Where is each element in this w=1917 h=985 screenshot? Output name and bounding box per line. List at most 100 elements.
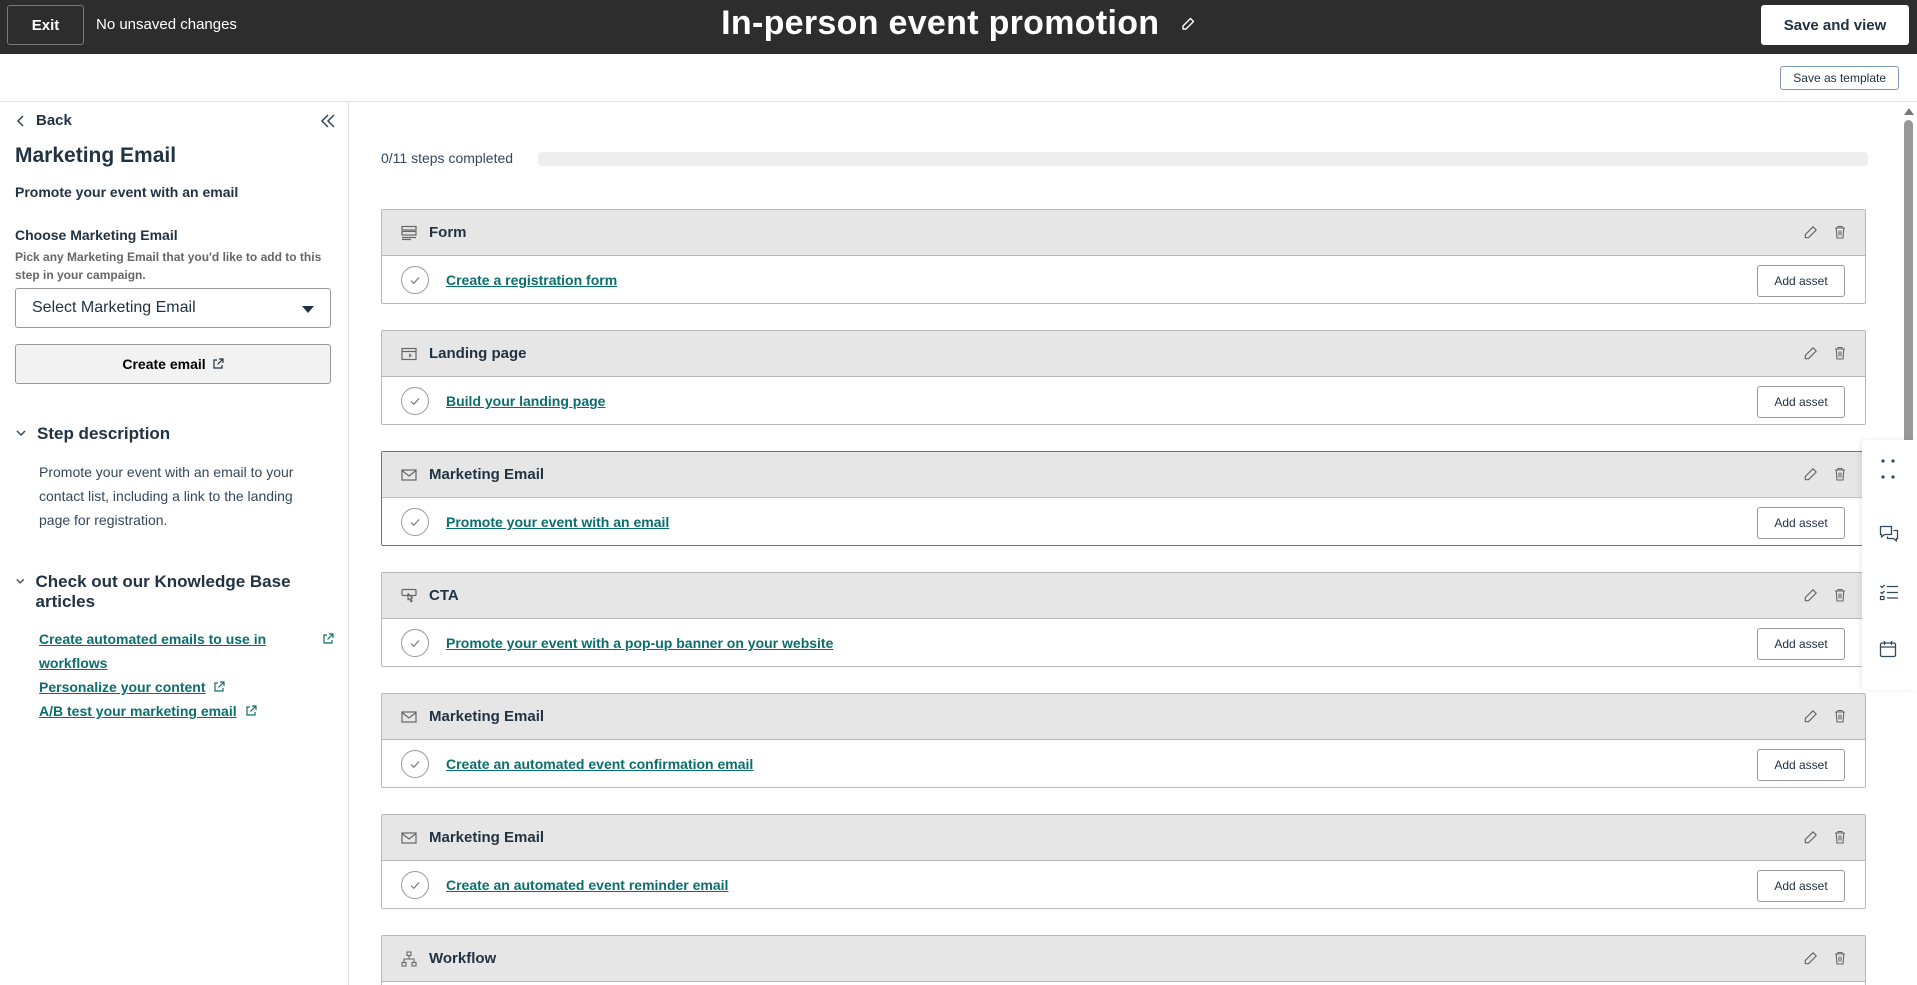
step-task-link[interactable]: Promote your event with a pop-up banner … bbox=[446, 635, 833, 651]
step-actions bbox=[1804, 951, 1847, 965]
add-asset-button[interactable]: Add asset bbox=[1757, 265, 1845, 297]
add-asset-button[interactable]: Add asset bbox=[1757, 870, 1845, 902]
email-icon bbox=[401, 468, 417, 481]
step-actions bbox=[1804, 346, 1847, 360]
progress-bar bbox=[538, 152, 1868, 166]
step-actions bbox=[1804, 709, 1847, 723]
step-type-label: Form bbox=[429, 224, 467, 241]
trash-icon[interactable] bbox=[1833, 951, 1847, 965]
kb-link-ab-test[interactable]: A/B test your marketing email bbox=[39, 699, 334, 723]
trash-icon[interactable] bbox=[1833, 588, 1847, 602]
step-task-link[interactable]: Promote your event with an email bbox=[446, 514, 669, 530]
drag-handle-icon[interactable] bbox=[1879, 458, 1897, 485]
sidebar-title: Marketing Email bbox=[15, 144, 177, 167]
back-label: Back bbox=[36, 112, 72, 129]
edit-pencil-icon[interactable] bbox=[1804, 709, 1818, 723]
edit-pencil-icon[interactable] bbox=[1804, 467, 1818, 481]
trash-icon[interactable] bbox=[1833, 467, 1847, 481]
edit-pencil-icon[interactable] bbox=[1804, 951, 1818, 965]
step-task-link[interactable]: Build your landing page bbox=[446, 393, 605, 409]
checkmark-circle-icon[interactable] bbox=[401, 871, 429, 899]
add-asset-button[interactable]: Add asset bbox=[1757, 507, 1845, 539]
step-card-header: Marketing Email bbox=[382, 815, 1865, 861]
step-task-link[interactable]: Create an automated event reminder email bbox=[446, 877, 728, 893]
secondary-toolbar: Save as template bbox=[0, 54, 1917, 102]
step-type-label: CTA bbox=[429, 587, 459, 604]
external-link-icon bbox=[214, 681, 226, 692]
pencil-icon[interactable] bbox=[1180, 16, 1196, 37]
step-card-form: Form Create a registration form Add asse… bbox=[381, 209, 1866, 304]
external-link-icon bbox=[246, 705, 257, 716]
trash-icon[interactable] bbox=[1833, 225, 1847, 239]
side-tool-strip bbox=[1862, 440, 1917, 690]
add-asset-button[interactable]: Add asset bbox=[1757, 628, 1845, 660]
step-type-label: Workflow bbox=[429, 950, 497, 967]
step-description-toggle[interactable]: Step description bbox=[15, 424, 170, 444]
step-type-label: Marketing Email bbox=[429, 829, 545, 846]
step-card-header: Marketing Email bbox=[382, 694, 1865, 740]
step-type-label: Marketing Email bbox=[429, 708, 545, 725]
marketing-email-select[interactable]: Select Marketing Email bbox=[15, 288, 331, 328]
checkmark-circle-icon[interactable] bbox=[401, 750, 429, 778]
save-as-template-button[interactable]: Save as template bbox=[1780, 66, 1899, 90]
step-card-confirmation-email: Marketing Email Create an automated even… bbox=[381, 693, 1866, 788]
choose-email-label: Choose Marketing Email bbox=[15, 227, 178, 243]
step-card-header: Form bbox=[382, 210, 1865, 256]
save-and-view-button[interactable]: Save and view bbox=[1761, 5, 1909, 45]
collapse-sidebar-icon[interactable] bbox=[320, 114, 336, 133]
step-task-link[interactable]: Create a registration form bbox=[446, 272, 617, 288]
create-email-label: Create email bbox=[122, 356, 206, 372]
calendar-icon[interactable] bbox=[1879, 640, 1897, 663]
kb-link-automated-emails[interactable]: Create automated emails to use in workfl… bbox=[39, 627, 334, 675]
step-actions bbox=[1804, 588, 1847, 602]
checklist-icon[interactable] bbox=[1879, 583, 1899, 606]
edit-pencil-icon[interactable] bbox=[1804, 830, 1818, 844]
trash-icon[interactable] bbox=[1833, 709, 1847, 723]
kb-link-label: A/B test your marketing email bbox=[39, 703, 237, 719]
step-card-body: Build your landing page Add asset bbox=[382, 377, 1865, 425]
scroll-thumb[interactable] bbox=[1904, 120, 1913, 450]
landing-page-icon bbox=[401, 347, 417, 360]
sidebar-subtitle: Promote your event with an email bbox=[15, 184, 239, 200]
checkmark-circle-icon[interactable] bbox=[401, 266, 429, 294]
comments-icon[interactable] bbox=[1879, 525, 1899, 548]
step-sidebar: Back Marketing Email Promote your event … bbox=[0, 102, 349, 985]
trash-icon[interactable] bbox=[1833, 830, 1847, 844]
add-asset-button[interactable]: Add asset bbox=[1757, 749, 1845, 781]
chevron-down-icon bbox=[16, 578, 25, 584]
step-task-link[interactable]: Create an automated event confirmation e… bbox=[446, 756, 753, 772]
step-card-header: Marketing Email bbox=[382, 452, 1865, 498]
top-bar: Exit No unsaved changes In-person event … bbox=[0, 0, 1917, 54]
external-link-icon bbox=[213, 358, 224, 369]
knowledge-base-toggle[interactable]: Check out our Knowledge Base articles bbox=[15, 572, 315, 612]
chevron-left-icon bbox=[16, 114, 24, 127]
checkmark-circle-icon[interactable] bbox=[401, 387, 429, 415]
step-card-body: Create an automated event reminder email… bbox=[382, 861, 1865, 909]
step-actions bbox=[1804, 830, 1847, 844]
edit-pencil-icon[interactable] bbox=[1804, 225, 1818, 239]
checkmark-circle-icon[interactable] bbox=[401, 508, 429, 536]
trash-icon[interactable] bbox=[1833, 346, 1847, 360]
checkmark-circle-icon[interactable] bbox=[401, 629, 429, 657]
kb-link-label: Personalize your content bbox=[39, 679, 206, 695]
step-actions bbox=[1804, 467, 1847, 481]
edit-pencil-icon[interactable] bbox=[1804, 346, 1818, 360]
step-actions bbox=[1804, 225, 1847, 239]
edit-pencil-icon[interactable] bbox=[1804, 588, 1818, 602]
cta-icon bbox=[401, 588, 417, 602]
step-card-header: Landing page bbox=[382, 331, 1865, 377]
kb-link-label: Create automated emails to use in workfl… bbox=[39, 631, 267, 671]
kb-link-personalize[interactable]: Personalize your content bbox=[39, 675, 334, 699]
step-type-label: Landing page bbox=[429, 345, 527, 362]
add-asset-button[interactable]: Add asset bbox=[1757, 386, 1845, 418]
step-card-body: Create a registration form Add asset bbox=[382, 256, 1865, 304]
step-card-body: Create an automated event confirmation e… bbox=[382, 740, 1865, 788]
back-link[interactable]: Back bbox=[16, 112, 72, 129]
create-email-button[interactable]: Create email bbox=[15, 344, 331, 384]
scroll-up-arrow-icon[interactable] bbox=[1904, 108, 1914, 115]
step-card-workflow: Workflow bbox=[381, 935, 1866, 985]
step-card-header: Workflow bbox=[382, 936, 1865, 982]
form-icon bbox=[401, 225, 417, 240]
step-type-label: Marketing Email bbox=[429, 466, 545, 483]
step-description-text: Promote your event with an email to your… bbox=[39, 464, 294, 528]
